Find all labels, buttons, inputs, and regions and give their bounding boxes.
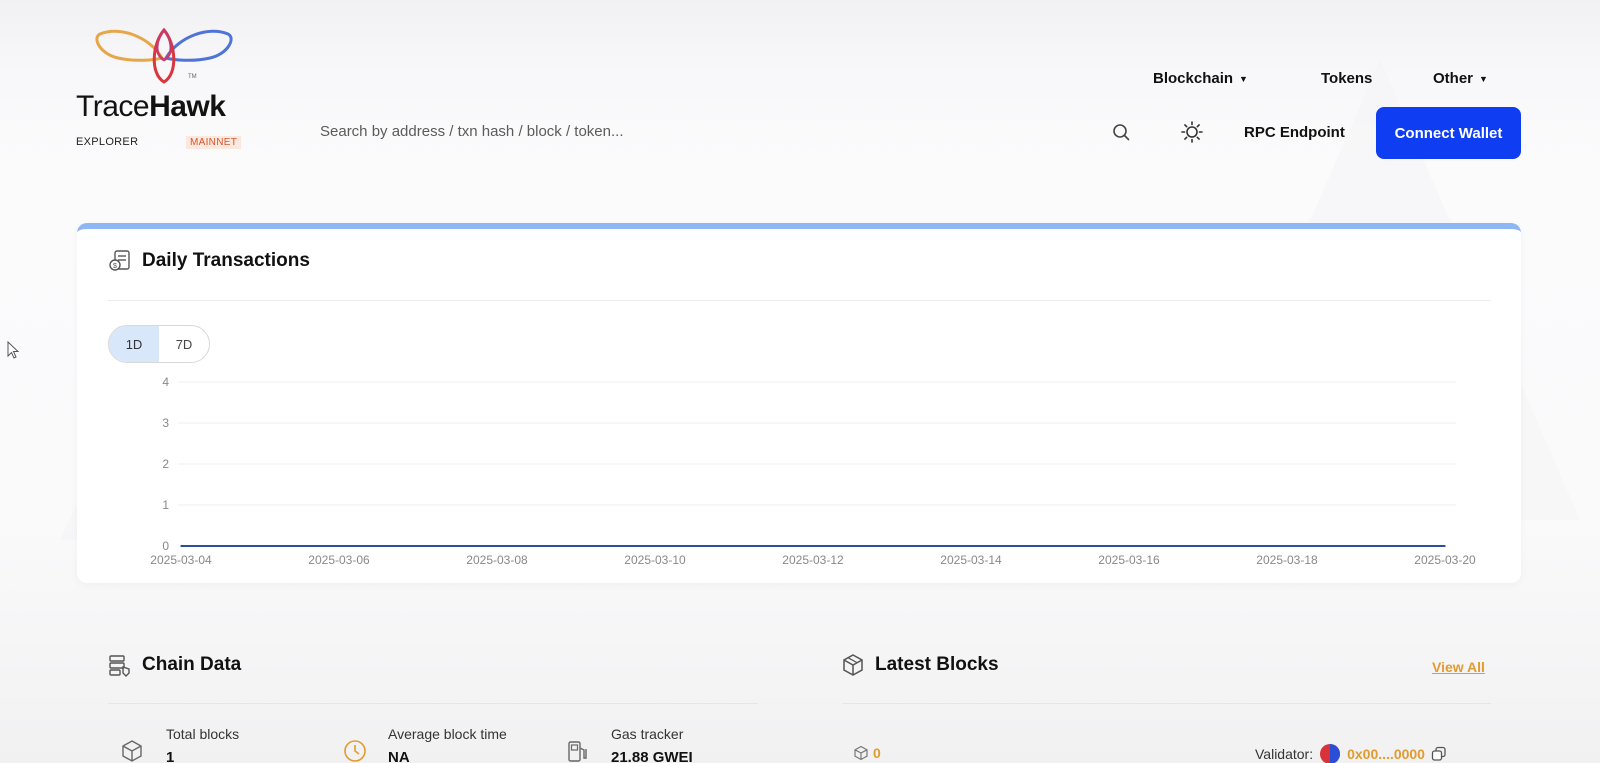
butterfly-logo-icon — [95, 27, 233, 84]
latest-blocks-header: Latest Blocks — [841, 653, 999, 677]
nav-other[interactable]: Other ▼ — [1433, 70, 1488, 87]
chart-data-point — [180, 545, 182, 547]
x-tick-label: 2025-03-14 — [940, 553, 1002, 567]
validator-avatar — [1320, 744, 1341, 763]
connect-wallet-button[interactable]: Connect Wallet — [1376, 107, 1521, 159]
view-all-link[interactable]: View All — [1432, 659, 1485, 675]
x-tick-label: 2025-03-12 — [782, 553, 844, 567]
chevron-down-icon: ▼ — [1239, 73, 1248, 84]
brand-logo[interactable]: TM TraceHawk EXPLORER MAINNET — [76, 24, 252, 154]
chevron-down-icon: ▼ — [1479, 73, 1488, 84]
stat-value: NA — [388, 749, 410, 763]
validator-label: Validator: — [1255, 746, 1314, 762]
chart-data-point — [1049, 545, 1051, 547]
chart-data-point — [417, 545, 419, 547]
daily-transactions-card: $ Daily Transactions 1D 7D 0 1 2 3 4 2025-03-… — [77, 223, 1521, 583]
clock-icon — [344, 740, 366, 762]
search-icon[interactable] — [1112, 123, 1130, 141]
x-tick-label: 2025-03-18 — [1256, 553, 1318, 567]
stat-avg-block-time: Average block time NA — [388, 726, 507, 763]
nav-other-label: Other — [1433, 70, 1474, 87]
validator-info: Validator: 0x00....0000 — [1255, 743, 1447, 763]
brand-name-light: Trace — [76, 90, 150, 123]
chart-data-point — [1444, 545, 1446, 547]
chain-data-title: Chain Data — [142, 654, 242, 675]
brand-subtitle: EXPLORER — [76, 136, 139, 148]
brand-name: TraceHawk — [76, 90, 226, 124]
stat-label: Gas tracker — [611, 726, 684, 742]
nav-blockchain-label: Blockchain — [1153, 70, 1234, 87]
chart-data-point — [812, 545, 814, 547]
cube-icon — [122, 740, 142, 762]
block-icon — [854, 745, 868, 761]
x-tick-label: 2025-03-10 — [624, 553, 686, 567]
nav-blockchain[interactable]: Blockchain ▼ — [1153, 70, 1248, 87]
divider — [843, 703, 1491, 704]
rpc-endpoint-link[interactable]: RPC Endpoint — [1244, 124, 1345, 141]
chart-data-point — [654, 545, 656, 547]
chart-data-point — [891, 545, 893, 547]
block-number-link[interactable]: 0 — [873, 745, 881, 761]
block-cube-icon — [843, 654, 863, 676]
x-tick-label: 2025-03-16 — [1098, 553, 1160, 567]
chart-data-point — [1286, 545, 1288, 547]
sun-icon[interactable] — [1181, 121, 1203, 143]
trademark: TM — [188, 74, 197, 80]
chart-data-point — [1365, 545, 1367, 547]
daily-transactions-chart: 0 1 2 3 4 2025-03-04 2025-03-06 2025-03-08 2025-… — [150, 375, 1476, 567]
stat-label: Average block time — [388, 726, 507, 742]
stat-label: Total blocks — [166, 726, 240, 742]
nav-tokens[interactable]: Tokens — [1321, 70, 1372, 87]
chain-data-header: Chain Data — [108, 653, 241, 677]
mouse-pointer-icon — [7, 341, 19, 359]
latest-blocks-title: Latest Blocks — [875, 654, 999, 675]
stat-value: 1 — [166, 749, 175, 763]
chart-data-point — [575, 545, 577, 547]
search-input[interactable] — [320, 122, 1080, 140]
nav-tokens-label: Tokens — [1321, 70, 1373, 87]
stat-value: 21.88 GWEI — [611, 749, 693, 763]
y-tick-label: 2 — [162, 457, 169, 471]
chart-data-point — [1128, 545, 1130, 547]
copy-icon[interactable] — [1431, 746, 1447, 762]
chart-data-point — [970, 545, 972, 547]
stat-total-blocks: Total blocks 1 — [166, 726, 239, 763]
gas-pump-icon — [568, 741, 587, 762]
brand-name-bold: Hawk — [149, 90, 226, 123]
divider — [108, 703, 758, 704]
x-tick-label: 2025-03-06 — [308, 553, 370, 567]
y-tick-label: 3 — [162, 416, 169, 430]
y-tick-label: 4 — [162, 375, 169, 389]
stat-gas-tracker: Gas tracker 21.88 GWEI — [611, 726, 693, 763]
chart-data-point — [338, 545, 340, 547]
chart-data-point — [733, 545, 735, 547]
chart-data-point — [1207, 545, 1209, 547]
search-bar — [320, 116, 1120, 146]
database-icon — [109, 655, 130, 677]
chart-data-point — [496, 545, 498, 547]
network-badge: MAINNET — [186, 136, 242, 149]
x-tick-label: 2025-03-08 — [466, 553, 528, 567]
y-tick-label: 1 — [162, 498, 169, 512]
y-tick-label: 0 — [162, 539, 169, 553]
validator-address-link[interactable]: 0x00....0000 — [1347, 746, 1425, 762]
x-tick-label: 2025-03-20 — [1414, 553, 1476, 567]
chart-data-point — [259, 545, 261, 547]
x-tick-label: 2025-03-04 — [150, 553, 212, 567]
